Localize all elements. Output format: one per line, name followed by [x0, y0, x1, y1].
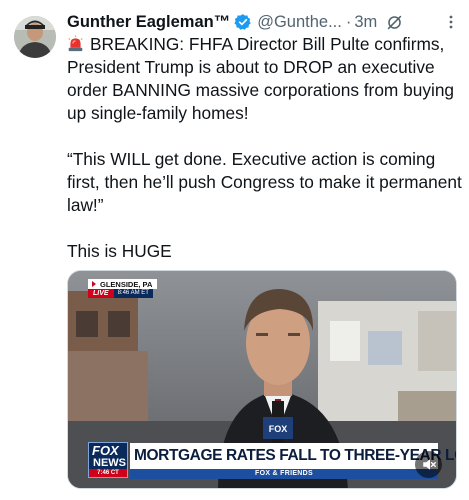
location-label: GLENSIDE, PA	[88, 279, 158, 289]
lower-third: FOX NEWS 7:46 CT MORTGAGE RATES FALL TO …	[88, 441, 456, 481]
tweet-header: Gunther Eagleman™ @Gunthe... · 3m	[67, 10, 462, 34]
network-name-line2: NEWS	[93, 457, 126, 469]
network-name-line1: FOX	[92, 443, 119, 458]
tweet-paragraph-2: “This WILL get done. Executive action is…	[67, 149, 462, 215]
mic-flag-label: FOX	[269, 424, 288, 434]
broadcast-clock: 7:46 CT	[89, 469, 127, 477]
siren-emoji-icon	[67, 35, 84, 52]
header-separator: ·	[345, 12, 352, 31]
author-name[interactable]: Gunther Eagleman™	[67, 13, 230, 32]
chyron-headline: MORTGAGE RATES FALL TO THREE-YEAR LOWS	[130, 443, 456, 469]
location-bug: GLENSIDE, PA LIVE 8:46 AM ET	[88, 279, 158, 299]
live-time: 8:46 AM ET	[113, 289, 153, 298]
live-badge: LIVE	[88, 289, 114, 298]
author-handle[interactable]: @Gunthe...	[257, 13, 342, 32]
tweet-paragraph-1-text: BREAKING: FHFA Director Bill Pulte confi…	[67, 34, 455, 123]
grok-icon[interactable]	[386, 14, 403, 31]
author-avatar[interactable]	[14, 16, 56, 58]
more-dots-icon[interactable]	[444, 13, 458, 31]
tweet[interactable]: Gunther Eagleman™ @Gunthe... · 3m BREAKI…	[0, 0, 469, 500]
fox-news-logo: FOX NEWS 7:46 CT	[88, 442, 128, 478]
video-player[interactable]: FOX GLENSIDE, PA LIVE 8:46 AM ET FOX NEW…	[67, 270, 457, 489]
tweet-paragraph-1: BREAKING: FHFA Director Bill Pulte confi…	[67, 33, 462, 125]
verified-badge-icon[interactable]	[234, 13, 252, 31]
tweet-paragraph-3: This is HUGE	[67, 241, 172, 261]
tweet-text: BREAKING: FHFA Director Bill Pulte confi…	[67, 33, 462, 263]
timestamp[interactable]: 3m	[354, 13, 377, 32]
show-name-bar: FOX & FRIENDS	[130, 469, 438, 479]
speaker-muted-icon[interactable]	[415, 451, 442, 478]
